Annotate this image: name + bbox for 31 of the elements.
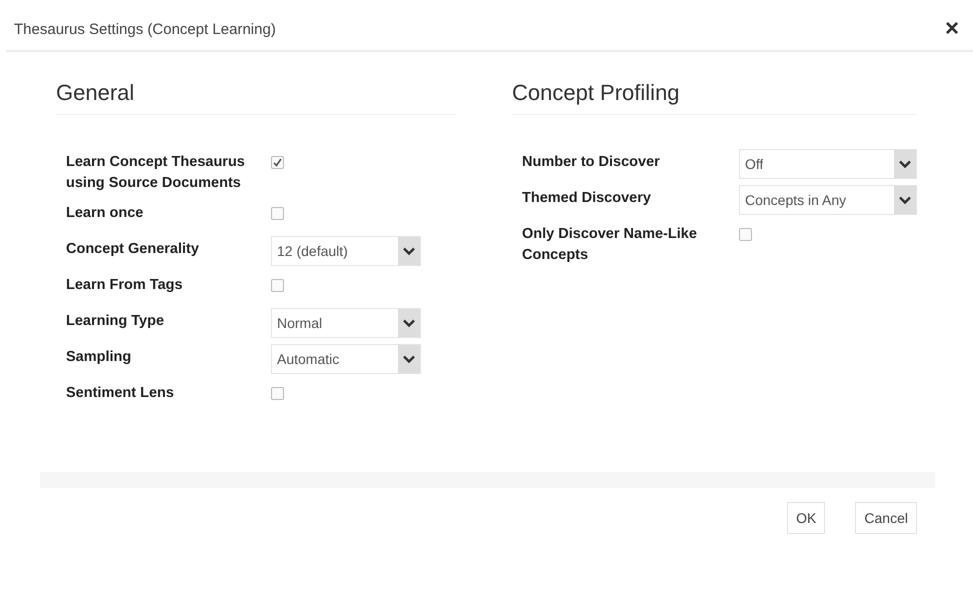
field-label: Themed Discovery — [522, 189, 652, 208]
dropdown[interactable]: 12 (default) — [271, 236, 421, 266]
checkbox[interactable] — [739, 228, 752, 241]
close-button[interactable]: × — [938, 17, 965, 41]
dropdown[interactable]: Off — [739, 149, 917, 179]
field-label: Learn once — [66, 204, 144, 223]
dropdown[interactable]: Concepts in Any — [739, 185, 917, 215]
cancel-button[interactable]: Cancel — [855, 502, 917, 534]
field-label: Concept Generality — [66, 240, 200, 259]
field-label: Learn From Tags — [66, 276, 184, 295]
chevron-down-icon — [899, 160, 911, 168]
field-label: Sentiment Lens — [66, 384, 175, 403]
checkbox[interactable] — [271, 207, 284, 220]
field-label: Sampling — [66, 348, 132, 367]
field-label: Only Discover Name-Like Concepts — [522, 225, 698, 265]
checkbox[interactable] — [271, 156, 284, 169]
checkbox[interactable] — [271, 279, 284, 292]
section-title: Concept Profiling — [512, 80, 917, 115]
checkbox[interactable] — [271, 387, 284, 400]
dropdown[interactable]: Normal — [271, 308, 421, 338]
dialog-title: Thesaurus Settings (Concept Learning) — [14, 20, 276, 38]
section-title: General — [56, 80, 456, 115]
field-label: Number to Discover — [522, 153, 661, 172]
chevron-down-icon — [403, 318, 415, 328]
chevron-down-icon — [899, 196, 911, 204]
dropdown[interactable]: Automatic — [271, 344, 421, 374]
field-label: Learn Concept Thesaurus using Source Documents — [66, 153, 246, 193]
chevron-down-icon — [403, 354, 415, 364]
chevron-down-icon — [403, 246, 415, 256]
ok-button[interactable]: OK — [787, 502, 826, 534]
field-label: Learning Type — [66, 312, 166, 331]
